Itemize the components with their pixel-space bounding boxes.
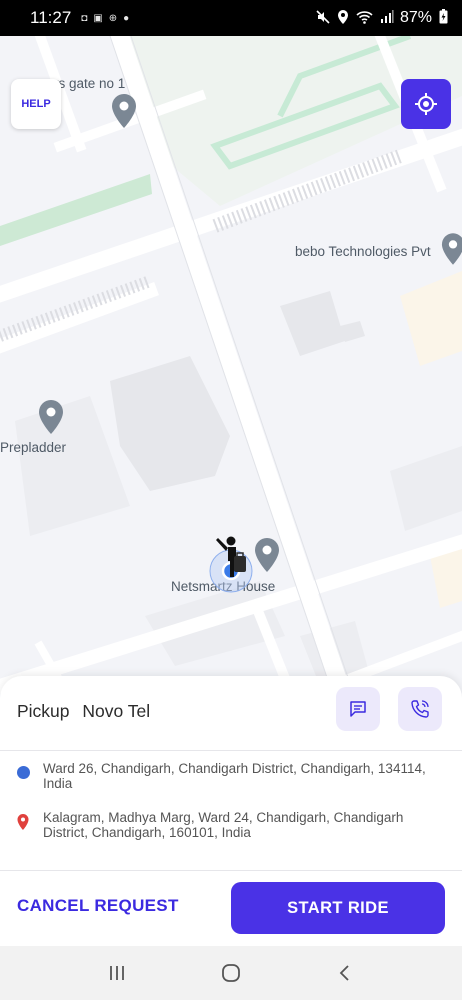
dot-icon: ● <box>123 12 130 24</box>
pickup-title: Pickup Novo Tel <box>17 701 150 722</box>
map-view[interactable]: sys gate no 1 bebo Technologies Pvt Prep… <box>0 36 462 716</box>
home-icon <box>222 964 240 982</box>
cancel-request-button[interactable]: CANCEL REQUEST <box>17 896 179 916</box>
app-root: 11:27 ◘ ▣ ⊕ ● 87% sys gate no 1 bebo Tec… <box>0 0 462 1000</box>
map-pin-icon[interactable] <box>111 94 137 128</box>
rider-name: Novo Tel <box>82 701 151 721</box>
chat-icon <box>350 701 366 717</box>
tracker-icon: ⊕ <box>108 12 118 24</box>
drop-address-row: Kalagram, Madhya Marg, Ward 24, Chandiga… <box>17 810 447 840</box>
start-ride-button[interactable]: START RIDE <box>231 882 445 934</box>
map-label-prepladder: Prepladder <box>0 440 67 455</box>
pickup-address-row: Ward 26, Chandigarh, Chandigarh District… <box>17 761 447 791</box>
location-icon <box>337 9 349 27</box>
sound-app-icon: ◘ <box>81 12 88 24</box>
back-button[interactable] <box>325 953 365 993</box>
signal-icon <box>380 10 394 26</box>
sheet-divider <box>0 870 462 871</box>
status-time: 11:27 <box>30 8 72 27</box>
recent-apps-button[interactable] <box>97 953 137 993</box>
drop-pin-icon <box>17 814 29 830</box>
ride-sheet: Pickup Novo Tel Ward 26, Chandigarh, Cha… <box>0 676 462 946</box>
map-pin-icon[interactable] <box>38 400 64 434</box>
system-nav-bar <box>0 946 462 1000</box>
mute-icon <box>316 9 330 27</box>
drop-address: Kalagram, Madhya Marg, Ward 24, Chandiga… <box>43 810 404 840</box>
map-canvas <box>0 36 462 716</box>
pickup-dot-icon <box>17 766 30 779</box>
help-button[interactable]: HELP <box>11 79 61 129</box>
wifi-icon <box>356 10 373 27</box>
home-button[interactable] <box>211 953 251 993</box>
back-icon <box>339 965 349 981</box>
rider-waiting-icon <box>216 536 246 577</box>
map-pin-icon[interactable] <box>254 538 280 572</box>
status-bar: 11:27 ◘ ▣ ⊕ ● 87% <box>0 0 462 36</box>
phone-icon <box>411 700 429 718</box>
pickup-label: Pickup <box>17 701 70 721</box>
action-row: CANCEL REQUEST START RIDE <box>0 872 462 946</box>
call-button[interactable] <box>398 687 442 731</box>
gallery-icon: ▣ <box>93 12 103 24</box>
chat-button[interactable] <box>336 687 380 731</box>
crosshair-icon <box>415 93 437 115</box>
recent-apps-icon <box>110 966 124 980</box>
recenter-button[interactable] <box>401 79 451 129</box>
battery-percent: 87% <box>399 9 432 26</box>
map-pin-icon[interactable] <box>441 233 462 265</box>
pickup-address: Ward 26, Chandigarh, Chandigarh District… <box>43 761 426 791</box>
battery-icon <box>439 9 448 27</box>
map-label-bebo: bebo Technologies Pvt <box>295 244 431 259</box>
sheet-divider <box>0 750 462 751</box>
